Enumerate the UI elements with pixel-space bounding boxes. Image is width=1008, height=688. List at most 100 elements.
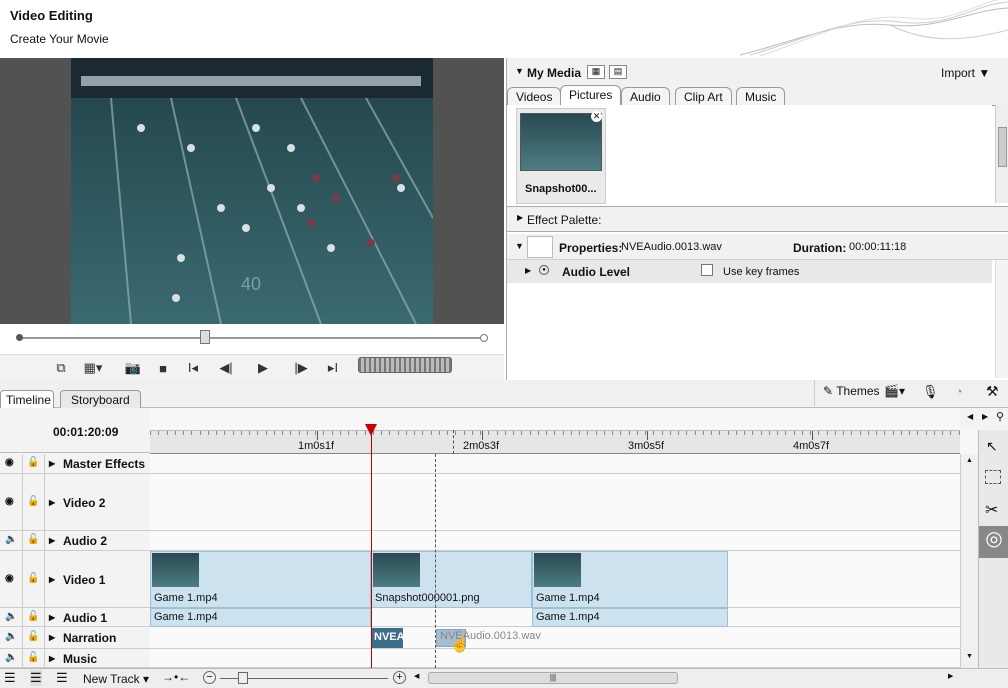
zoom-tool-icon[interactable]: ◎ [979,526,1008,558]
zoom-out-icon[interactable]: − [203,671,216,684]
fit-timeline-icon[interactable]: →•← [162,670,190,684]
collapse-arrow-icon[interactable]: ▼ [515,66,524,76]
normal-view-icon[interactable]: ☰ [30,670,42,686]
microphone-icon[interactable]: 🎙 [922,384,939,400]
zoom-slider-thumb[interactable] [238,672,248,684]
timeline-hscroll-thumb[interactable]: ||| [428,672,678,684]
scroll-left-icon[interactable]: ◀ [967,412,973,421]
cut-tool-icon[interactable]: ✂ [985,500,998,520]
next-frame-icon[interactable]: |▶ [288,357,314,379]
ruler-tick [323,431,325,435]
hscroll-right-icon[interactable]: ▶ [948,672,953,680]
tab-timeline[interactable]: Timeline [0,390,54,408]
visibility-icon[interactable]: ◉ [5,496,14,507]
scrub-start-handle[interactable] [16,334,23,341]
zoom-in-icon[interactable]: + [393,671,406,684]
grid-view-icon[interactable]: ▦ [587,65,605,79]
narration-clip[interactable]: NVEA [372,628,405,648]
scroll-up-icon[interactable]: ▲ [966,457,973,464]
track-body-narration[interactable] [150,627,960,649]
effect-palette-header[interactable]: ▶ Effect Palette: [507,206,1008,232]
visibility-icon[interactable]: 🔈 [5,611,17,622]
scroll-down-icon[interactable]: ▼ [966,653,973,660]
visibility-icon[interactable]: 🔈 [5,631,17,642]
visibility-icon[interactable]: ◉ [5,457,14,468]
scrub-thumb[interactable] [200,330,211,344]
media-item[interactable]: ✕ Snapshot00... [516,108,606,204]
properties-scrollbar[interactable] [995,260,1008,378]
video-clip[interactable]: Game 1.mp4 [532,551,728,608]
scrub-track[interactable] [19,337,485,339]
lock-icon[interactable]: 🔓 [27,457,39,468]
audio-clip[interactable]: Game 1.mp4 [532,608,728,627]
visibility-icon[interactable]: 🔈 [5,652,17,663]
new-track-button[interactable]: New Track ▾ [83,672,149,686]
marquee-tool-icon[interactable] [985,470,1001,484]
ruler-tick [620,431,622,435]
video-clip[interactable]: Snapshot000001.png [371,551,532,608]
import-button[interactable]: Import ▼ [941,66,990,80]
expand-arrow-icon[interactable]: ▶ [49,459,55,468]
mark-out-icon[interactable]: ▸I [320,357,346,379]
timer-icon[interactable]: ◔ [955,384,963,399]
track-body-video2[interactable] [150,474,960,531]
expand-arrow-icon[interactable]: ▶ [517,213,523,222]
playhead-line[interactable] [371,432,372,668]
expand-arrow-icon[interactable]: ▶ [49,575,55,584]
timeline-ruler[interactable]: 1m0s1f 2m0s3f 3m0s5f 4m0s7f [150,430,960,454]
clapper-icon[interactable]: 🎬▾ [884,384,905,398]
expand-arrow-icon[interactable]: ▶ [49,498,55,507]
lock-icon[interactable]: 🔓 [27,611,39,622]
keyframes-checkbox[interactable] [701,264,713,276]
expand-arrow-icon[interactable]: ▶ [525,266,531,275]
expand-arrow-icon[interactable]: ▶ [49,536,55,545]
tab-clip-art[interactable]: Clip Art [675,87,732,105]
themes-button[interactable]: ✎ Themes [814,380,882,406]
expand-arrow-icon[interactable]: ▶ [49,613,55,622]
lock-icon[interactable]: 🔓 [27,652,39,663]
mark-in-icon[interactable]: I◂ [180,357,206,379]
audio-clip[interactable]: Game 1.mp4 [150,608,371,627]
prev-frame-icon[interactable]: ◀| [213,357,239,379]
list-view-icon[interactable]: ▤ [609,65,627,79]
track-body-master-effects[interactable] [150,454,960,474]
undock-icon[interactable]: ⧉ [48,357,74,379]
tools-icon[interactable]: ⚒ [986,383,999,400]
expanded-view-icon[interactable]: ☰ [56,670,68,686]
remove-icon[interactable]: ✕ [591,111,602,122]
tab-pictures[interactable]: Pictures [560,85,622,105]
marker-icon[interactable]: ⚲ [996,410,1004,423]
visibility-icon[interactable]: 🔈 [5,534,17,545]
compact-view-icon[interactable]: ☰ [4,670,16,686]
track-body-audio2[interactable] [150,531,960,551]
select-tool-icon[interactable]: ↖ [986,438,998,455]
media-scrollbar-thumb[interactable] [998,127,1007,167]
jog-wheel[interactable] [358,357,452,373]
play-icon[interactable]: ▶ [250,357,276,379]
expand-arrow-icon[interactable]: ▶ [49,633,55,642]
track-body-music[interactable] [150,649,960,668]
playhead-handle[interactable] [365,424,377,436]
tab-videos[interactable]: Videos [507,87,562,105]
scroll-right-icon[interactable]: ▶ [982,412,988,421]
tab-music[interactable]: Music [736,87,786,105]
hscroll-left-icon[interactable]: ◀ [414,672,419,680]
snapshot-icon[interactable]: 📷 [120,357,146,379]
collapse-arrow-icon[interactable]: ▼ [515,241,524,251]
ruler-tick [678,431,679,435]
lock-icon[interactable]: 🔓 [27,496,39,507]
expand-arrow-icon[interactable]: ▶ [49,654,55,663]
display-mode-icon[interactable]: ▦▾ [80,357,106,379]
lock-icon[interactable]: 🔓 [27,631,39,642]
media-scrollbar[interactable] [995,105,1008,203]
lock-icon[interactable]: 🔓 [27,534,39,545]
visibility-icon[interactable]: ◉ [5,573,14,584]
lock-icon[interactable]: 🔓 [27,573,39,584]
timeline-vscrollbar[interactable]: ▲ ▼ [960,454,978,668]
video-clip[interactable]: Game 1.mp4 [150,551,371,608]
tab-audio[interactable]: Audio [621,87,670,105]
keyframe-icon[interactable]: ● [539,265,549,275]
tab-storyboard[interactable]: Storyboard [60,390,141,408]
scrub-end-handle[interactable] [480,334,488,342]
stop-icon[interactable]: ■ [150,357,176,379]
